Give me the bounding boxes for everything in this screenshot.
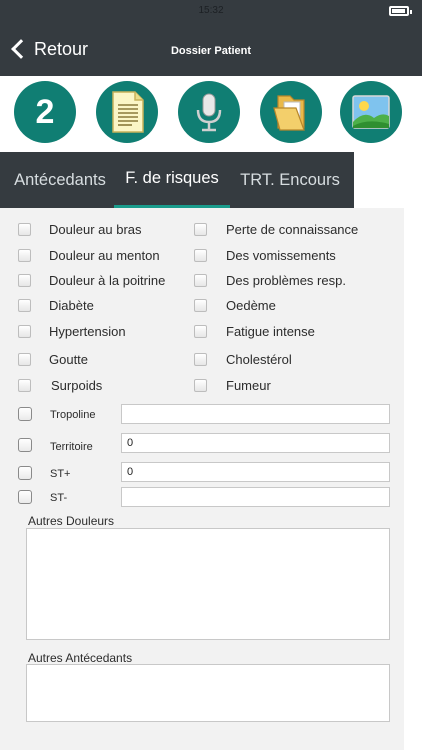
checkbox-perte-connaissance[interactable] <box>194 223 207 236</box>
checkbox-douleur-menton[interactable] <box>18 249 31 262</box>
label-oedeme: Oedème <box>226 298 276 313</box>
label-st-plus: ST+ <box>50 468 71 480</box>
label-perte-connaissance: Perte de connaissance <box>226 222 359 237</box>
tab-antecedants[interactable]: Antécedants <box>6 152 114 208</box>
label-st-minus: ST- <box>50 492 68 504</box>
count-button[interactable]: 2 <box>14 81 76 143</box>
label-diabete: Diabète <box>49 298 94 313</box>
label-territoire: Territoire <box>50 441 93 453</box>
document-button[interactable] <box>96 81 158 143</box>
label-surpoids: Surpoids <box>51 378 103 393</box>
other-pain-label: Autres Douleurs <box>28 514 115 528</box>
checkbox-territoire[interactable] <box>18 438 32 452</box>
checkbox-tropoline[interactable] <box>18 407 32 421</box>
page-title: Dossier Patient <box>170 45 252 57</box>
st-minus-field[interactable] <box>121 487 390 507</box>
label-douleur-bras: Douleur au bras <box>49 222 142 237</box>
label-douleur-menton: Douleur au menton <box>49 248 160 263</box>
tab-facteurs-de-risques[interactable]: F. de risques <box>114 152 230 208</box>
nav-bar: Retour Dossier Patient <box>0 22 422 76</box>
battery-icon <box>389 6 412 16</box>
label-douleur-poitrine: Douleur à la poitrine <box>49 273 166 288</box>
label-cholesterol: Cholestérol <box>226 352 292 367</box>
image-button[interactable] <box>340 81 402 143</box>
checkbox-vomissements[interactable] <box>194 249 207 262</box>
checkbox-douleur-poitrine[interactable] <box>18 274 31 287</box>
checkbox-hypertension[interactable] <box>18 325 31 338</box>
territoire-field[interactable]: 0 <box>121 433 390 453</box>
folder-icon <box>273 95 305 131</box>
checkbox-surpoids[interactable] <box>18 379 31 392</box>
checkbox-diabete[interactable] <box>18 299 31 312</box>
checkbox-problemes-resp[interactable] <box>194 274 207 287</box>
status-bar: 15:32 <box>0 0 422 22</box>
icon-toolbar: 2 <box>0 76 422 156</box>
count-badge: 2 <box>35 92 55 131</box>
checkbox-st-minus[interactable] <box>18 490 32 504</box>
document-icon <box>112 91 144 133</box>
label-problemes-resp: Des problèmes resp. <box>226 273 346 288</box>
folder-button[interactable] <box>260 81 322 143</box>
microphone-button[interactable] <box>178 81 240 143</box>
label-vomissements: Des vomissements <box>226 248 336 263</box>
st-plus-field[interactable]: 0 <box>121 462 390 482</box>
label-fatigue: Fatigue intense <box>226 324 315 339</box>
checkbox-goutte[interactable] <box>18 353 31 366</box>
checkbox-fatigue[interactable] <box>194 325 207 338</box>
tab-bar: Antécedants F. de risques TRT. Encours <box>0 152 354 208</box>
microphone-icon <box>196 93 222 132</box>
other-history-textarea[interactable] <box>26 664 390 722</box>
checkbox-st-plus[interactable] <box>18 466 32 480</box>
checkbox-douleur-bras[interactable] <box>18 223 31 236</box>
tab-traitement-encours[interactable]: TRT. Encours <box>230 152 350 208</box>
checkbox-cholesterol[interactable] <box>194 353 207 366</box>
checkbox-fumeur[interactable] <box>194 379 207 392</box>
label-tropoline: Tropoline <box>50 409 96 421</box>
checkbox-oedeme[interactable] <box>194 299 207 312</box>
status-time: 15:32 <box>198 5 224 16</box>
label-hypertension: Hypertension <box>49 324 126 339</box>
form-panel: Douleur au bras Douleur au menton Douleu… <box>0 208 404 750</box>
other-pain-textarea[interactable] <box>26 528 390 640</box>
label-goutte: Goutte <box>49 352 89 367</box>
other-history-label: Autres Antécedants <box>28 651 133 665</box>
label-fumeur: Fumeur <box>226 378 271 393</box>
image-icon <box>352 95 390 129</box>
tropoline-field[interactable] <box>121 404 390 424</box>
